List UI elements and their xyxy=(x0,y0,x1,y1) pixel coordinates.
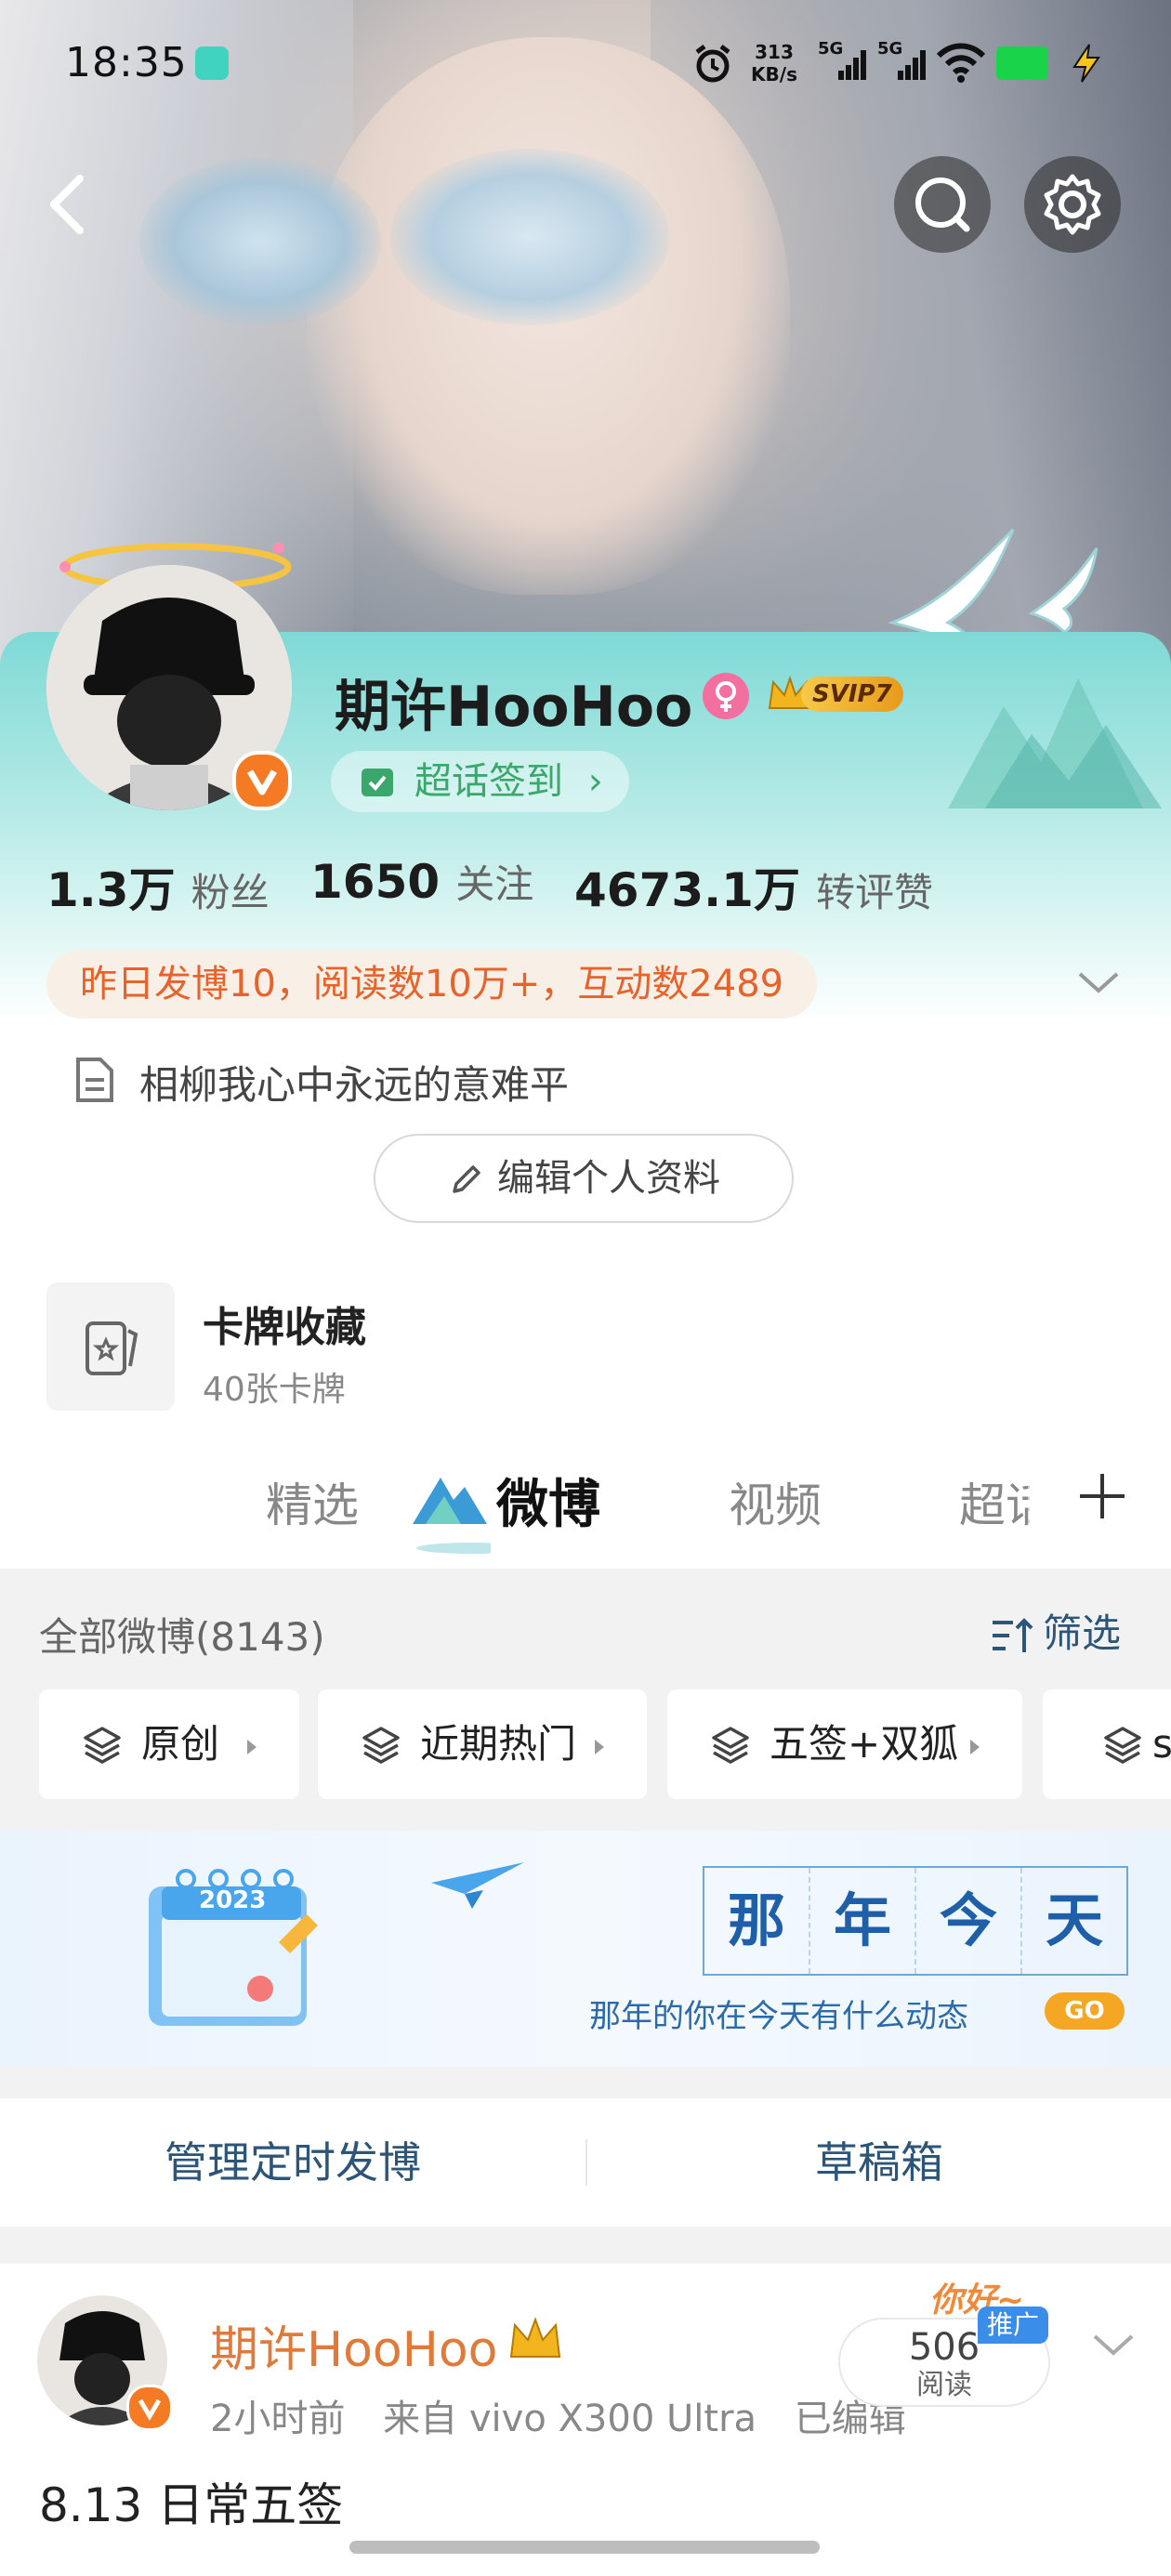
alarm-icon xyxy=(695,45,730,83)
edit-profile-button[interactable]: 编辑个人资料 xyxy=(374,1134,794,1223)
tab-mountain-icon xyxy=(413,1478,491,1554)
tab-featured[interactable]: 精选 xyxy=(266,1468,359,1535)
bio-text: 相柳我心中永远的意难平 xyxy=(139,1062,570,1108)
post-source: 来自 vivo X300 Ultra xyxy=(383,2398,757,2440)
triangle-right-icon xyxy=(595,1740,604,1755)
search-icon xyxy=(915,177,970,232)
gear-icon xyxy=(1044,174,1101,235)
calendar-year: 2023 xyxy=(199,1886,267,1914)
wifi-icon xyxy=(936,43,986,83)
layers-icon xyxy=(362,1727,400,1764)
go-button[interactable]: GO xyxy=(1045,1992,1125,2030)
tab-supertopic[interactable]: 超话 xyxy=(959,1468,1030,1535)
triangle-right-icon xyxy=(247,1740,257,1755)
layers-icon xyxy=(84,1727,121,1764)
on-this-day-title-grid: 那 年 今 天 xyxy=(703,1866,1128,1976)
filter-button[interactable]: 筛选 xyxy=(989,1602,1121,1659)
post-verified-badge-icon xyxy=(126,2385,173,2431)
bio-document-icon xyxy=(76,1058,113,1102)
search-button[interactable] xyxy=(894,156,991,253)
section-divider xyxy=(0,2067,1171,2098)
edit-profile-label: 编辑个人资料 xyxy=(497,1157,720,1200)
verified-badge-icon xyxy=(232,751,292,810)
post-text: 8.13 日常五签 xyxy=(39,2478,344,2532)
charging-bolt-icon xyxy=(1072,44,1100,83)
filter-pill-trending[interactable]: 近期热门 xyxy=(318,1689,647,1799)
home-indicator[interactable] xyxy=(349,2541,820,2554)
vip-crown-icon xyxy=(509,2317,561,2358)
tab-supertopic-wrapper[interactable]: 超话 xyxy=(959,1450,1030,1543)
cover-face-paint-left xyxy=(139,158,381,325)
stat-interactions[interactable]: 4673.1万 转评赞 xyxy=(574,853,933,920)
layers-icon xyxy=(1104,1727,1141,1764)
card-collection-tile[interactable] xyxy=(46,1282,175,1411)
supertopic-checkin-button[interactable]: 超话签到 › xyxy=(331,751,629,812)
settings-button[interactable] xyxy=(1024,156,1121,253)
stat-fans[interactable]: 1.3万 粉丝 xyxy=(46,853,270,920)
signal-5g-1: 5G xyxy=(818,39,870,85)
post-author-name[interactable]: 期许HooHoo xyxy=(210,2310,497,2380)
all-posts-count: 全部微博(8143) xyxy=(39,1614,325,1660)
card-collection-title[interactable]: 卡牌收藏 xyxy=(203,1294,366,1353)
drafts-button[interactable]: 草稿箱 xyxy=(587,2102,1171,2223)
layers-icon xyxy=(712,1727,749,1764)
on-this-day-banner[interactable]: 2023 那 年 今 天 那年的你在今天有什么动态 GO xyxy=(0,1831,1171,2067)
chevron-right-icon: › xyxy=(587,760,603,803)
cover-face-paint-right xyxy=(390,149,669,325)
svip-level: SVIP7 xyxy=(801,677,903,712)
daily-summary-badge[interactable]: 昨日发博10，阅读数10万+，互动数2489 xyxy=(46,950,818,1019)
manage-scheduled-posts-button[interactable]: 管理定时发博 xyxy=(0,2102,586,2223)
filter-pill-more[interactable]: s xyxy=(1043,1689,1171,1799)
on-this-day-tagline: 那年的你在今天有什么动态 xyxy=(589,1998,968,2035)
filter-label: 筛选 xyxy=(1043,1610,1122,1656)
notification-app-icon xyxy=(195,46,229,80)
chevron-down-icon[interactable] xyxy=(1076,968,1121,996)
gender-female-icon xyxy=(703,673,749,719)
supertopic-checkin-label: 超话签到 xyxy=(414,760,563,803)
card-star-icon xyxy=(86,1321,138,1375)
post-time: 2小时前 xyxy=(210,2398,346,2440)
plus-icon xyxy=(1080,1474,1125,1518)
calendar-check-icon xyxy=(362,769,393,796)
post-meta: 2小时前 来自 vivo X300 Ultra 已编辑 xyxy=(210,2388,906,2442)
post-menu-chevron-down-icon[interactable] xyxy=(1091,2331,1136,2359)
status-time: 18:35 xyxy=(65,39,188,86)
mountain-decoration-icon xyxy=(948,678,1162,808)
read-count-label: 阅读 xyxy=(916,2369,972,2401)
network-speed-value: 313 xyxy=(755,41,794,63)
tab-weibo[interactable]: 微博 xyxy=(496,1463,600,1538)
tab-video[interactable]: 视频 xyxy=(729,1468,822,1535)
paper-plane-icon xyxy=(431,1862,524,1909)
pencil-icon xyxy=(453,1165,480,1193)
promo-badge: 推广 xyxy=(978,2307,1049,2344)
card-collection-count: 40张卡牌 xyxy=(203,1371,346,1409)
filter-pill-original[interactable]: 原创 xyxy=(39,1689,299,1799)
stat-following[interactable]: 1650 关注 xyxy=(310,853,533,910)
svip-badge[interactable]: SVIP7 xyxy=(764,671,903,717)
profile-name: 期许HooHoo xyxy=(335,675,693,740)
filter-sort-icon xyxy=(993,1617,1033,1652)
section-divider-2 xyxy=(0,2227,1171,2264)
signal-5g-2: 5G xyxy=(877,39,929,85)
filter-pill-wuqian[interactable]: 五签+双狐 xyxy=(667,1689,1022,1799)
chevron-left-icon xyxy=(50,175,84,234)
network-speed-unit: KB/s xyxy=(751,63,797,85)
battery-icon xyxy=(996,46,1048,80)
back-button[interactable] xyxy=(37,167,102,242)
add-tab-button[interactable] xyxy=(1028,1439,1171,1554)
status-bar: 18:35 313 KB/s 5G 5G xyxy=(0,0,1171,130)
triangle-right-icon xyxy=(970,1740,980,1755)
